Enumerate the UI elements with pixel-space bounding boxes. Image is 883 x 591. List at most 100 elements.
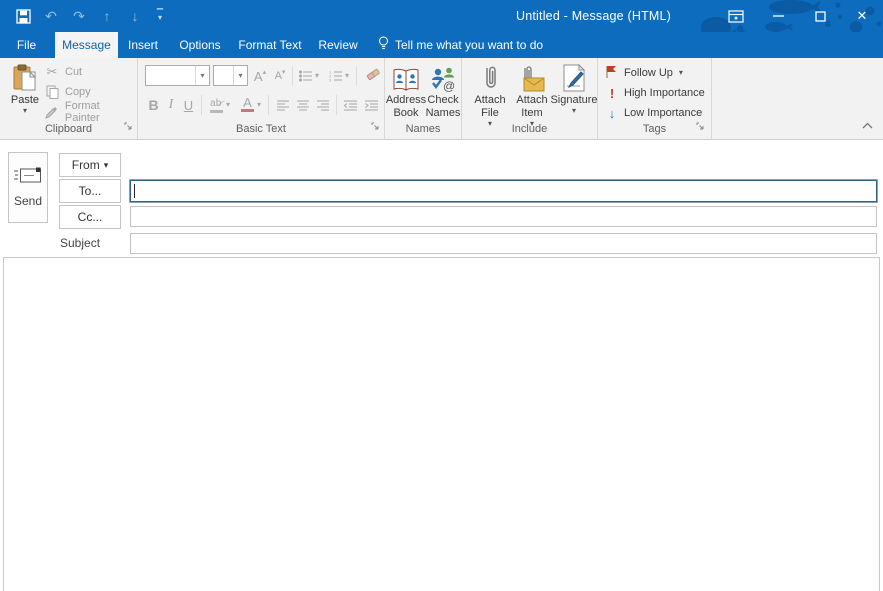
cc-button[interactable]: Cc... (59, 205, 121, 229)
previous-item-icon[interactable]: ↑ (98, 7, 116, 25)
basic-text-dialog-launcher-icon[interactable] (371, 118, 380, 136)
close-button[interactable]: ✕ (841, 0, 883, 32)
font-size-caret-icon: ▾ (233, 66, 247, 85)
cc-input[interactable] (130, 206, 877, 227)
to-input[interactable] (130, 180, 877, 202)
follow-up-label: Follow Up (624, 67, 673, 79)
tags-dialog-launcher-icon[interactable] (696, 118, 705, 136)
from-label: From (71, 158, 100, 172)
paintbrush-icon (44, 106, 60, 119)
redo-icon[interactable]: ↷ (70, 7, 88, 25)
to-label: To... (78, 184, 102, 198)
group-include: Attach File ▾ Attach Item ▾ Signature ▾ … (462, 58, 598, 139)
text-cursor (134, 184, 135, 198)
group-names: Address Book @ Check Names Names (385, 58, 462, 139)
scissors-icon: ✂ (46, 64, 58, 79)
message-compose-area: Send From ▾ To... Cc... Subject (0, 140, 883, 591)
maximize-button[interactable] (799, 0, 841, 32)
collapse-ribbon-icon[interactable] (862, 116, 873, 134)
address-book-label: Address Book (385, 94, 427, 119)
outlook-message-window: ↶ ↷ ↑ ↓ ▔ ▾ Untitled - Message (HTML) ✕ F… (0, 0, 883, 591)
signature-caret-icon: ▾ (571, 106, 576, 115)
attach-item-icon (517, 62, 547, 92)
bullets-caret-icon: ▾ (314, 71, 319, 80)
check-names-icon: @ (430, 62, 456, 92)
numbering-caret-icon: ▾ (344, 71, 349, 80)
message-body-editor[interactable] (3, 257, 880, 591)
tab-format-text[interactable]: Format Text (234, 32, 306, 58)
bullets-button[interactable]: ▾ (296, 65, 322, 87)
paste-button[interactable]: Paste ▾ (6, 62, 44, 115)
highlight-caret-icon: ▾ (225, 100, 230, 109)
minimize-button[interactable] (757, 0, 799, 32)
font-name-combo[interactable]: ▾ (145, 65, 210, 86)
from-caret-icon: ▾ (103, 160, 109, 170)
group-basic-text: ▾ ▾ A ▴ A ▾ ▾ 123 ▾ B I U ab⁄ ▾ A ▾ Basi… (138, 58, 385, 139)
low-importance-button[interactable]: ↓ Low Importance (606, 104, 703, 122)
group-clipboard: Paste ▾ ✂ Cut Copy Format Painter Clipbo… (0, 58, 138, 139)
check-names-button[interactable]: @ Check Names (426, 62, 460, 120)
attach-file-label: Attach File (474, 94, 506, 119)
attach-item-label: Attach Item (516, 94, 548, 119)
paste-caret-icon: ▾ (22, 106, 27, 115)
font-color-button[interactable]: A ▾ (238, 94, 264, 116)
copy-label: Copy (65, 86, 91, 98)
font-size-combo[interactable]: ▾ (213, 65, 248, 86)
paperclip-icon (483, 62, 497, 92)
grow-font-button[interactable]: A ▴ (251, 65, 269, 87)
tab-message[interactable]: Message (55, 32, 118, 58)
high-importance-icon: ! (609, 85, 615, 101)
bold-button[interactable]: B (146, 94, 161, 116)
send-button[interactable]: Send (8, 152, 48, 223)
address-book-button[interactable]: Address Book (385, 62, 427, 120)
copy-icon (44, 85, 60, 99)
subject-label: Subject (60, 236, 101, 250)
shrink-font-button[interactable]: A ▾ (271, 65, 289, 87)
undo-icon[interactable]: ↶ (42, 7, 60, 25)
tab-options[interactable]: Options (172, 32, 228, 58)
tell-me-label: Tell me what you want to do (395, 38, 544, 52)
customize-qat-icon[interactable]: ▔ ▾ (154, 10, 166, 22)
font-color-caret-icon: ▾ (256, 100, 261, 109)
copy-button[interactable]: Copy (44, 83, 91, 101)
italic-button[interactable]: I (165, 94, 177, 116)
save-icon[interactable] (14, 7, 32, 25)
svg-text:3: 3 (329, 78, 332, 83)
cut-button[interactable]: ✂ Cut (44, 63, 83, 81)
follow-up-button[interactable]: Follow Up ▾ (606, 64, 683, 82)
send-label: Send (13, 194, 43, 208)
attach-file-button[interactable]: Attach File ▾ (470, 62, 510, 128)
names-group-label: Names (405, 123, 441, 135)
flag-icon (606, 65, 618, 81)
underline-button[interactable]: U (181, 94, 196, 116)
to-button[interactable]: To... (59, 179, 121, 203)
clear-formatting-button[interactable] (362, 65, 384, 87)
signature-icon (562, 62, 586, 92)
decrease-indent-button[interactable] (341, 94, 360, 116)
increase-indent-button[interactable] (362, 94, 381, 116)
paste-clipboard-icon (12, 62, 38, 92)
tab-file[interactable]: File (8, 32, 45, 58)
font-color-icon: A (240, 96, 254, 112)
tell-me-box[interactable]: Tell me what you want to do (378, 32, 543, 58)
from-button[interactable]: From ▾ (59, 153, 121, 177)
align-center-button[interactable] (294, 94, 312, 116)
ribbon-display-options-icon[interactable] (715, 0, 757, 32)
high-importance-button[interactable]: ! High Importance (606, 84, 705, 102)
clipboard-dialog-launcher-icon[interactable] (124, 118, 133, 136)
title-bar: ↶ ↷ ↑ ↓ ▔ ▾ Untitled - Message (HTML) ✕ (0, 0, 883, 32)
attach-item-button[interactable]: Attach Item ▾ (512, 62, 552, 128)
lightbulb-icon (378, 36, 389, 54)
highlight-icon: ab⁄ (209, 98, 225, 113)
ribbon-tab-row: File Message Insert Options Format Text … (0, 32, 883, 58)
next-item-icon[interactable]: ↓ (126, 7, 144, 25)
signature-button[interactable]: Signature ▾ (550, 62, 598, 115)
tab-review[interactable]: Review (312, 32, 364, 58)
align-left-button[interactable] (274, 94, 292, 116)
align-right-button[interactable] (314, 94, 332, 116)
text-highlight-button[interactable]: ab⁄ ▾ (206, 94, 234, 116)
numbering-button[interactable]: 123 ▾ (326, 65, 352, 87)
subject-input[interactable] (130, 233, 877, 254)
tab-insert[interactable]: Insert (121, 32, 165, 58)
check-names-label: Check Names (425, 94, 461, 119)
